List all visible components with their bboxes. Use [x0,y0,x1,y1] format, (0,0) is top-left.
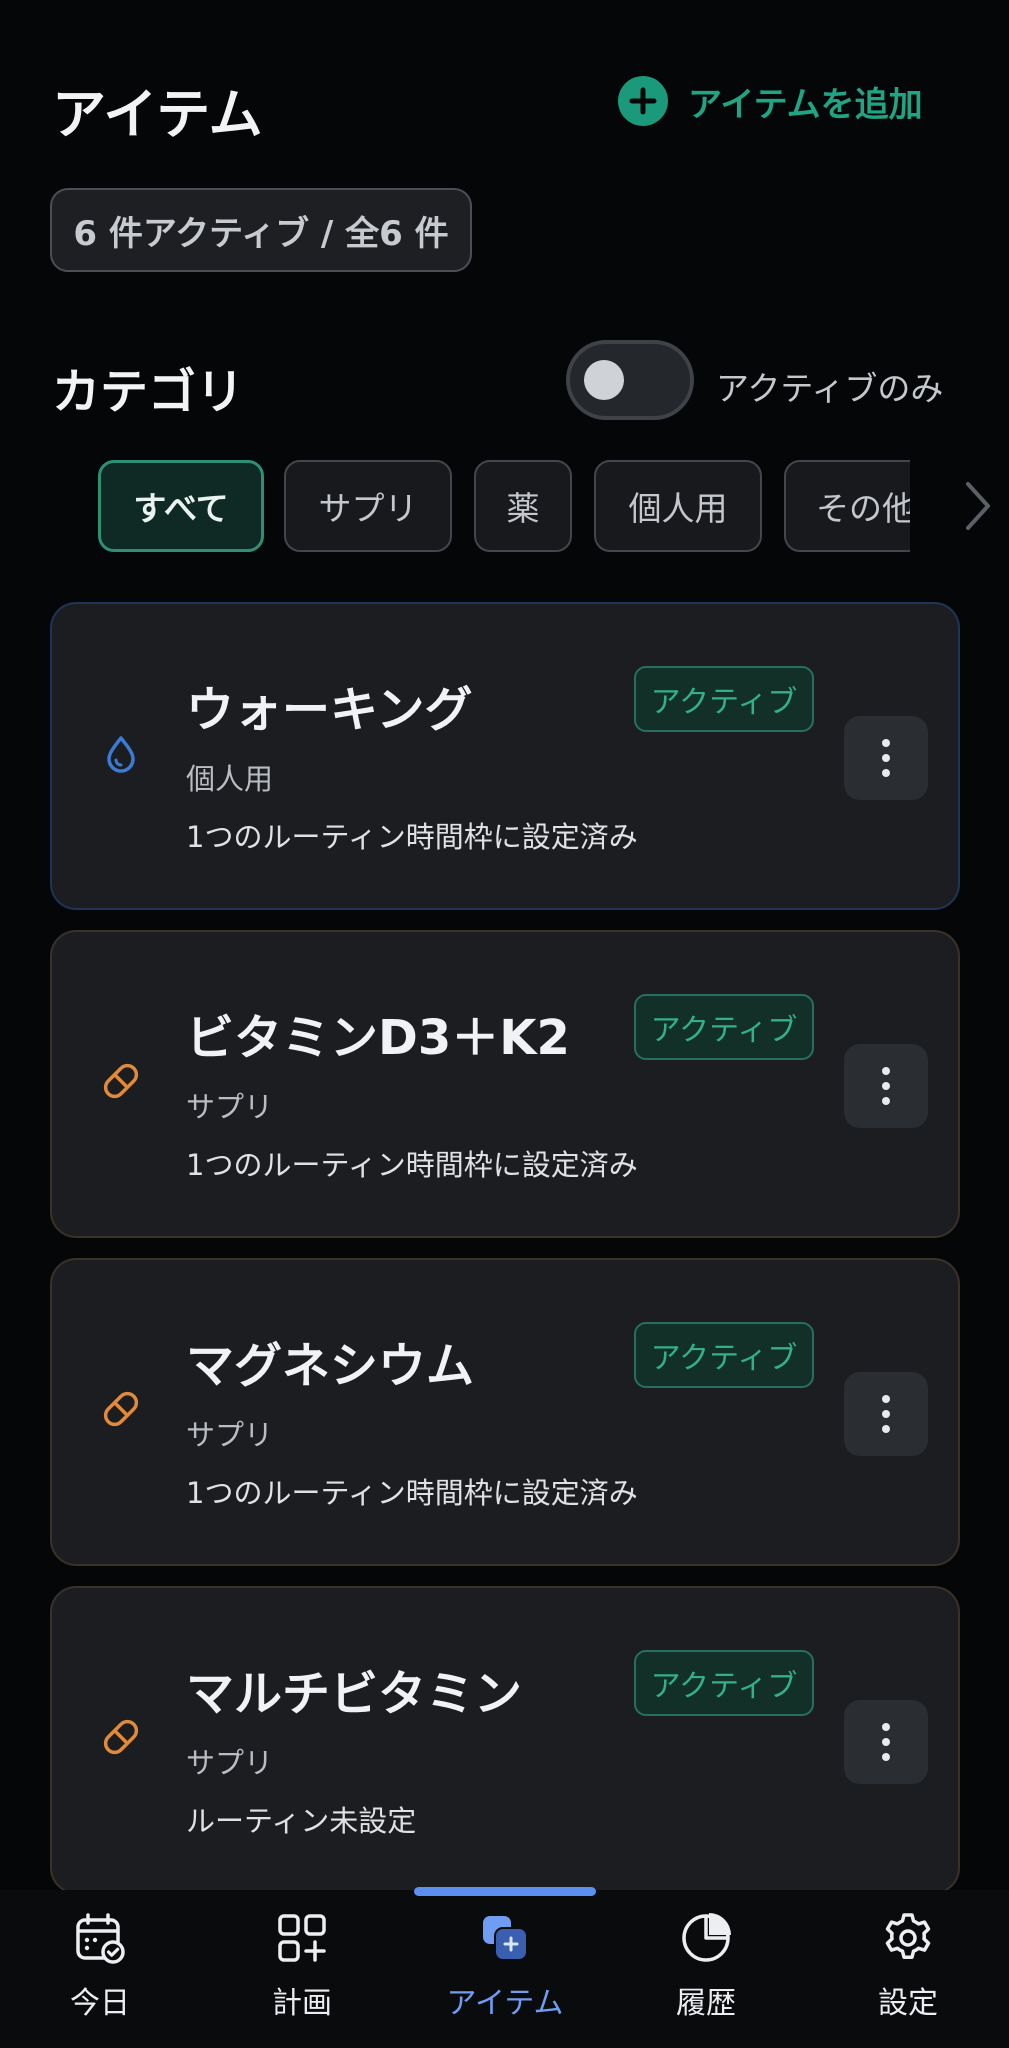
water-drop-icon [107,736,135,773]
nav-settings[interactable]: 設定 [838,1910,978,2022]
more-vert-icon [882,1395,890,1403]
more-vert-icon [882,739,890,747]
chip-all[interactable]: すべて [98,460,264,552]
nav-label: 履歴 [676,1986,736,2021]
items-icon [483,1916,528,1961]
item-name: マルチビタミン [186,1666,523,1722]
nav-plan[interactable]: 計画 [232,1910,372,2022]
status-badge: アクティブ [634,1322,814,1388]
chip-personal[interactable]: 個人用 [594,460,762,552]
item-category: 個人用 [186,762,274,796]
status-badge: アクティブ [634,666,814,732]
nav-label: アイテム [446,1986,564,2021]
item-category: サプリ [186,1090,274,1124]
category-chips: すべて サプリ 薬 個人用 その他 [98,458,910,554]
item-card[interactable]: マルチビタミン サプリ ルーティン未設定 アクティブ [50,1586,960,1894]
active-count-badge: 6 件アクティブ / 全6 件 [50,188,472,272]
item-card[interactable]: ビタミンD3＋K2 サプリ 1つのルーティン時間枠に設定済み アクティブ [50,930,960,1238]
nav-items[interactable]: アイテム [435,1910,575,2022]
item-name: ビタミンD3＋K2 [186,1010,570,1066]
item-schedule: 1つのルーティン時間枠に設定済み [186,1476,638,1510]
category-title: カテゴリ [52,364,245,420]
nav-history[interactable]: 履歴 [636,1910,776,2022]
item-card[interactable]: マグネシウム サプリ 1つのルーティン時間枠に設定済み アクティブ [50,1258,960,1566]
nav-active-indicator [414,1887,596,1896]
item-schedule: 1つのルーティン時間枠に設定済み [186,820,638,854]
item-name: マグネシウム [186,1338,475,1394]
item-schedule: ルーティン未設定 [186,1804,417,1838]
gear-icon [885,1913,931,1959]
chevron-right-icon[interactable] [960,476,996,536]
pill-icon [103,1391,139,1427]
calendar-check-icon [76,1913,125,1964]
plus-icon [618,76,668,126]
item-card[interactable]: ウォーキング 個人用 1つのルーティン時間枠に設定済み アクティブ [50,602,960,910]
bottom-nav: 今日 計画 アイテム 履歴 設定 [0,1890,1009,2048]
page-title: アイテム [52,83,263,146]
grid-plus-icon [278,1914,326,1962]
pie-chart-icon [682,1913,731,1962]
active-only-label: アクティブのみ [716,369,944,408]
more-menu-button[interactable] [844,1044,928,1128]
pill-icon [103,1063,139,1099]
item-category: サプリ [186,1746,274,1780]
nav-label: 今日 [70,1986,130,2021]
more-vert-icon [882,1723,890,1731]
add-item-label: アイテムを追加 [688,84,923,125]
nav-today[interactable]: 今日 [30,1910,170,2022]
chip-supplement[interactable]: サプリ [284,460,452,552]
item-category: サプリ [186,1418,274,1452]
more-menu-button[interactable] [844,1700,928,1784]
more-menu-button[interactable] [844,716,928,800]
item-name: ウォーキング [186,682,473,738]
more-vert-icon [882,1067,890,1075]
toggle-knob [584,360,624,400]
item-schedule: 1つのルーティン時間枠に設定済み [186,1148,638,1182]
chip-other[interactable]: その他 [784,460,910,552]
nav-label: 設定 [878,1986,938,2021]
pill-icon [103,1719,139,1755]
add-item-button[interactable]: アイテムを追加 [618,74,923,128]
active-only-toggle[interactable] [566,340,694,420]
status-badge: アクティブ [634,1650,814,1716]
chip-medicine[interactable]: 薬 [474,460,572,552]
more-menu-button[interactable] [844,1372,928,1456]
status-badge: アクティブ [634,994,814,1060]
nav-label: 計画 [272,1986,332,2021]
